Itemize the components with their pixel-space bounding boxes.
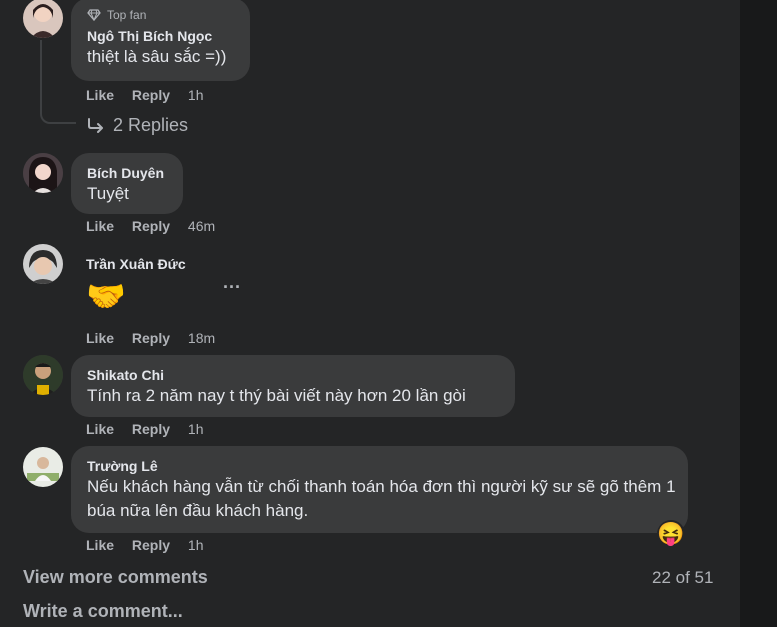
avatar-image xyxy=(23,0,63,38)
diamond-icon xyxy=(87,9,101,21)
comment-actions: Like Reply 18m xyxy=(86,330,215,346)
like-button[interactable]: Like xyxy=(86,537,114,553)
reply-button[interactable]: Reply xyxy=(132,421,170,437)
avatar-image xyxy=(23,153,63,193)
reply-button[interactable]: Reply xyxy=(132,537,170,553)
avatar[interactable] xyxy=(23,0,63,38)
comment-actions: Like Reply 1h xyxy=(86,87,204,103)
comment-time[interactable]: 1h xyxy=(188,537,204,553)
like-button[interactable]: Like xyxy=(86,421,114,437)
avatar[interactable] xyxy=(23,355,63,395)
comment-actions: Like Reply 1h xyxy=(86,421,204,437)
comment-author[interactable]: Trường Lê xyxy=(87,457,672,475)
top-fan-badge: Top fan xyxy=(87,8,234,22)
comment-text: Nếu khách hàng vẫn từ chối thanh toán hó… xyxy=(87,477,676,520)
comment-actions: Like Reply 1h xyxy=(86,537,204,553)
comment-time[interactable]: 1h xyxy=(188,87,204,103)
more-options-icon[interactable]: ... xyxy=(223,272,241,293)
squinting-tongue-emoji: 😝 xyxy=(657,521,685,546)
reply-button[interactable]: Reply xyxy=(132,330,170,346)
reply-arrow-icon xyxy=(88,117,103,133)
reply-button[interactable]: Reply xyxy=(132,87,170,103)
comment-time[interactable]: 18m xyxy=(188,330,215,346)
avatar[interactable] xyxy=(23,153,63,193)
comment-text: Tính ra 2 năm nay t thý bài viết này hơn… xyxy=(87,386,466,405)
comment-bubble: Top fan Ngô Thị Bích Ngọc thiệt là sâu s… xyxy=(71,0,250,81)
comment-actions: Like Reply 46m xyxy=(86,218,215,234)
like-button[interactable]: Like xyxy=(86,330,114,346)
like-button[interactable]: Like xyxy=(86,218,114,234)
like-button[interactable]: Like xyxy=(86,87,114,103)
comment-bubble: Trường Lê Nếu khách hàng vẫn từ chối tha… xyxy=(71,446,688,533)
write-comment-input[interactable]: Write a comment... xyxy=(23,601,183,622)
thread-line xyxy=(40,40,76,124)
comments-panel: Top fan Ngô Thị Bích Ngọc thiệt là sâu s… xyxy=(0,0,740,627)
comment-author[interactable]: Shikato Chi xyxy=(87,366,499,384)
avatar-image xyxy=(23,244,63,284)
reaction-badge[interactable]: 😝 xyxy=(657,520,685,548)
comment-author[interactable]: Trần Xuân Đức xyxy=(86,255,186,273)
comment-text: thiệt là sâu sắc =)) xyxy=(87,47,227,66)
replies-count[interactable]: 2 Replies xyxy=(113,115,188,136)
comment-text: Tuyệt xyxy=(87,184,129,203)
avatar[interactable] xyxy=(23,447,63,487)
comment-bubble: Shikato Chi Tính ra 2 năm nay t thý bài … xyxy=(71,355,515,417)
view-more-comments-link[interactable]: View more comments xyxy=(23,567,208,588)
comment-time[interactable]: 46m xyxy=(188,218,215,234)
comment-author[interactable]: Bích Duyên xyxy=(87,164,167,182)
avatar-image xyxy=(23,447,63,487)
comment-count: 22 of 51 xyxy=(652,568,714,587)
comment-author[interactable]: Ngô Thị Bích Ngọc xyxy=(87,27,234,45)
avatar[interactable] xyxy=(23,244,63,284)
comment-time[interactable]: 1h xyxy=(188,421,204,437)
reply-button[interactable]: Reply xyxy=(132,218,170,234)
handshake-sticker: 🤝 xyxy=(86,278,126,314)
badge-label: Top fan xyxy=(107,8,147,22)
comment-bubble: Bích Duyên Tuyệt xyxy=(71,153,183,214)
avatar-image xyxy=(23,355,63,395)
view-replies-link[interactable]: 2 Replies xyxy=(87,115,188,136)
